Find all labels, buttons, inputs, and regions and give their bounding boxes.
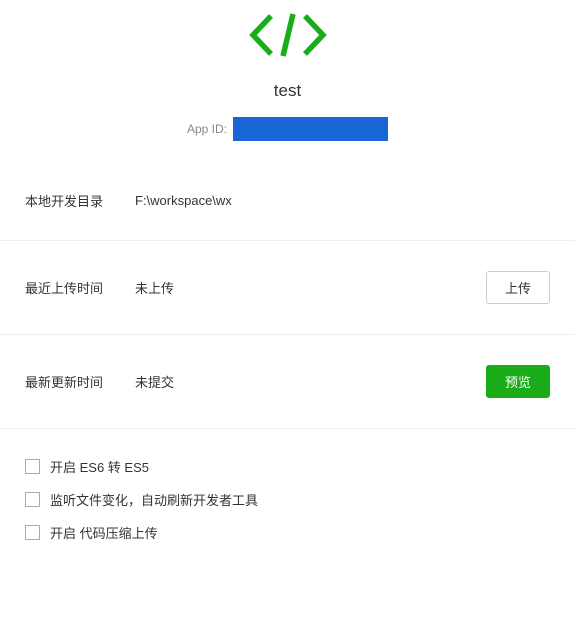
appid-value-masked [233, 117, 388, 141]
last-upload-label: 最近上传时间 [25, 278, 135, 297]
option-es6[interactable]: 开启 ES6 转 ES5 [25, 457, 550, 476]
appid-label: App ID: [187, 122, 227, 136]
header: test App ID: [0, 0, 575, 161]
appid-row: App ID: [0, 117, 575, 141]
last-upload-value: 未上传 [135, 278, 486, 297]
code-logo-icon [247, 10, 329, 63]
option-minify[interactable]: 开启 代码压缩上传 [25, 523, 550, 542]
preview-button[interactable]: 预览 [486, 365, 550, 398]
dev-dir-section: 本地开发目录 F:\workspace\wx [0, 161, 575, 241]
option-minify-label: 开启 代码压缩上传 [50, 523, 158, 542]
last-update-label: 最新更新时间 [25, 372, 135, 391]
last-update-section: 最新更新时间 未提交 预览 [0, 335, 575, 429]
last-upload-section: 最近上传时间 未上传 上传 [0, 241, 575, 335]
last-update-value: 未提交 [135, 372, 486, 391]
option-watch[interactable]: 监听文件变化，自动刷新开发者工具 [25, 490, 550, 509]
checkbox-icon[interactable] [25, 492, 40, 507]
dev-dir-value: F:\workspace\wx [135, 193, 550, 208]
option-watch-label: 监听文件变化，自动刷新开发者工具 [50, 490, 258, 509]
dev-dir-label: 本地开发目录 [25, 191, 135, 210]
checkbox-icon[interactable] [25, 459, 40, 474]
options-group: 开启 ES6 转 ES5 监听文件变化，自动刷新开发者工具 开启 代码压缩上传 [0, 429, 575, 576]
option-es6-label: 开启 ES6 转 ES5 [50, 457, 149, 476]
upload-button[interactable]: 上传 [486, 271, 550, 304]
checkbox-icon[interactable] [25, 525, 40, 540]
project-name: test [0, 81, 575, 101]
